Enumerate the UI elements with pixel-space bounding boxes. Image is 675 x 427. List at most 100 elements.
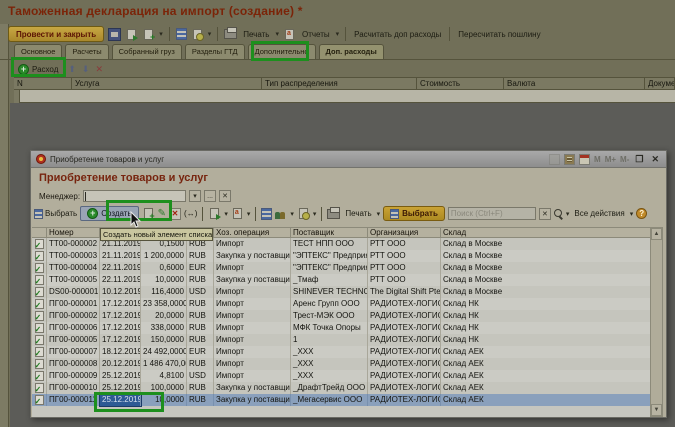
cell-operation[interactable]: Импорт (214, 286, 291, 298)
column-header[interactable]: Хоз. операция (214, 228, 291, 237)
cell-supplier[interactable]: _ХХХ (291, 358, 368, 370)
help-icon[interactable]: ? (636, 208, 647, 219)
cell-supplier[interactable]: 1 (291, 334, 368, 346)
cell-supplier[interactable]: ТЕСТ НПП ООО (291, 238, 368, 250)
post-document-icon[interactable] (208, 207, 221, 220)
cell-currency[interactable]: RUB (187, 310, 214, 322)
cell-supplier[interactable]: SHINEVER TECHNOL... (291, 286, 368, 298)
post-and-close-button[interactable]: Провести и закрыть (8, 26, 104, 42)
cell-warehouse[interactable]: Склад в Москве (441, 238, 651, 250)
cell-supplier[interactable]: _ХХХ (291, 346, 368, 358)
cell-warehouse[interactable]: Склад АЕК (441, 382, 651, 394)
dialog-table-row[interactable]: DS00-000001 10.12.2019 116,4000 USD Импо… (32, 286, 651, 298)
column-header[interactable]: Услуга (72, 78, 262, 89)
cell-number[interactable]: ПГ00-000005 (47, 334, 100, 346)
cell-date[interactable]: 18.12.2019 (100, 346, 141, 358)
cell-operation[interactable]: Импорт (214, 322, 291, 334)
cell-sum[interactable]: 20,0000 (141, 310, 187, 322)
copy-dropdown-icon[interactable]: ▾ (159, 30, 163, 38)
copy-item-icon[interactable] (142, 207, 155, 220)
copy-document-icon[interactable] (142, 28, 155, 41)
cell-warehouse[interactable]: Склад НК (441, 310, 651, 322)
cell-warehouse[interactable]: Склад АЕК (441, 394, 651, 406)
cell-date[interactable]: 25.12.2019 (100, 382, 141, 394)
print-forms-dropdown-icon[interactable]: ▾ (247, 210, 251, 218)
cell-operation[interactable]: Закупка у поставщика (214, 274, 291, 286)
tab[interactable]: Основное (14, 44, 62, 60)
cell-organization[interactable]: РАДИОТЕХ-ЛОГИСТ... (368, 298, 441, 310)
dialog-table-row[interactable]: ПГ00-000011 25.12.2019 10,0000 RUB Закуп… (32, 394, 651, 406)
cell-number[interactable]: DS00-000001 (47, 286, 100, 298)
cell-warehouse[interactable]: Склад в Москве (441, 250, 651, 262)
cell-sum[interactable]: 23 358,0000 (141, 298, 187, 310)
all-actions-dropdown-icon[interactable]: ▾ (630, 210, 634, 218)
dialog-table-row[interactable]: ТТ00-000004 22.11.2019 0,6000 EUR Импорт… (32, 262, 651, 274)
print-icon[interactable] (224, 29, 237, 39)
manager-dropdown-icon[interactable]: ▾ (189, 190, 201, 202)
column-header[interactable]: Тип распределения (262, 78, 417, 89)
cell-date[interactable]: 17.12.2019 (100, 322, 141, 334)
cell-date[interactable]: 17.12.2019 (100, 334, 141, 346)
column-header-icon[interactable] (32, 228, 47, 237)
cell-date[interactable]: 10.12.2019 (100, 286, 141, 298)
list-settings-icon[interactable] (261, 208, 272, 220)
cell-organization[interactable]: РТТ ООО (368, 238, 441, 250)
print-dropdown-icon[interactable]: ▾ (275, 30, 279, 38)
cell-warehouse[interactable]: Склад в Москве (441, 286, 651, 298)
cell-currency[interactable]: RUB (187, 250, 214, 262)
cell-sum[interactable]: 10,0000 (141, 394, 187, 406)
move-down-icon[interactable]: ⬇ (82, 64, 90, 75)
tab[interactable]: Расчеты (65, 44, 108, 60)
column-header[interactable]: Склад (441, 228, 651, 237)
cell-warehouse[interactable]: Склад АЕК (441, 346, 651, 358)
cell-date[interactable]: 25.12.2019 (100, 370, 141, 382)
dialog-table-row[interactable]: ПГ00-000007 18.12.2019 24 492,0000 EUR И… (32, 346, 651, 358)
cell-supplier[interactable]: _ДрафтТрейд ООО (291, 382, 368, 394)
cell-sum[interactable]: 150,0000 (141, 334, 187, 346)
cell-operation[interactable]: Импорт (214, 262, 291, 274)
cell-supplier[interactable]: _Мегасервис ООО (291, 394, 368, 406)
cell-currency[interactable]: RUB (187, 382, 214, 394)
all-actions-button[interactable]: Все действия (572, 209, 626, 218)
tab[interactable]: Дополнительно (248, 44, 316, 60)
dialog-table-row[interactable]: ПГ00-000005 17.12.2019 150,0000 RUB Импо… (32, 334, 651, 346)
tab[interactable]: Разделы ГТД (185, 44, 245, 60)
cell-warehouse[interactable]: Склад в Москве (441, 262, 651, 274)
cell-warehouse[interactable]: Склад АЕК (441, 370, 651, 382)
delete-row-icon[interactable]: ✕ (95, 64, 103, 75)
cell-warehouse[interactable]: Склад в Москве (441, 274, 651, 286)
cell-date[interactable]: 22.11.2019 (100, 262, 141, 274)
cell-organization[interactable]: РАДИОТЕХ-ЛОГИСТ... (368, 310, 441, 322)
document-history-icon[interactable] (297, 207, 310, 220)
cell-number[interactable]: ТТ00-000002 (47, 238, 100, 250)
cell-currency[interactable]: RUB (187, 334, 214, 346)
cell-sum[interactable]: 4,8100 (141, 370, 187, 382)
cell-number[interactable]: ПГ00-000008 (47, 358, 100, 370)
cell-supplier[interactable]: _Тмаф (291, 274, 368, 286)
cell-warehouse[interactable]: Склад НК (441, 298, 651, 310)
scroll-down-icon[interactable]: ▼ (651, 404, 662, 416)
cell-operation[interactable]: Импорт (214, 310, 291, 322)
print-button[interactable]: Печать (241, 30, 271, 39)
cell-organization[interactable]: РТТ ООО (368, 274, 441, 286)
cell-supplier[interactable]: "ЭПТЕКС" Предприят... (291, 262, 368, 274)
cell-organization[interactable]: The Digital Shift Pte Ltd (368, 286, 441, 298)
cell-sum[interactable]: 1 486 470,00... (141, 358, 187, 370)
manager-browse-button[interactable]: ... (204, 190, 216, 202)
dialog-table-row[interactable]: ПГ00-000002 17.12.2019 20,0000 RUB Импор… (32, 310, 651, 322)
dialog-titlebar[interactable]: Приобретение товаров и услуг M M+ M- ❐ ✕ (31, 151, 666, 168)
history-dropdown-icon[interactable]: ▾ (208, 30, 212, 38)
select-button[interactable]: Выбрать (383, 206, 445, 221)
cell-operation[interactable]: Импорт (214, 298, 291, 310)
move-up-icon[interactable]: ⬆ (68, 64, 76, 75)
recalc-duty-button[interactable]: Пересчитать пошлину (456, 30, 542, 39)
print-forms-icon[interactable] (231, 207, 244, 220)
column-header[interactable]: Поставщик (291, 228, 368, 237)
cell-operation[interactable]: Импорт (214, 346, 291, 358)
users-dropdown-icon[interactable]: ▾ (290, 210, 294, 218)
cell-organization[interactable]: РТТ ООО (368, 250, 441, 262)
cell-date[interactable]: 21.11.2019 (100, 250, 141, 262)
cell-organization[interactable]: РАДИОТЕХ-ЛОГИСТ... (368, 382, 441, 394)
cell-date[interactable]: 25.12.2019 (100, 394, 141, 406)
search-icon[interactable] (554, 209, 563, 218)
